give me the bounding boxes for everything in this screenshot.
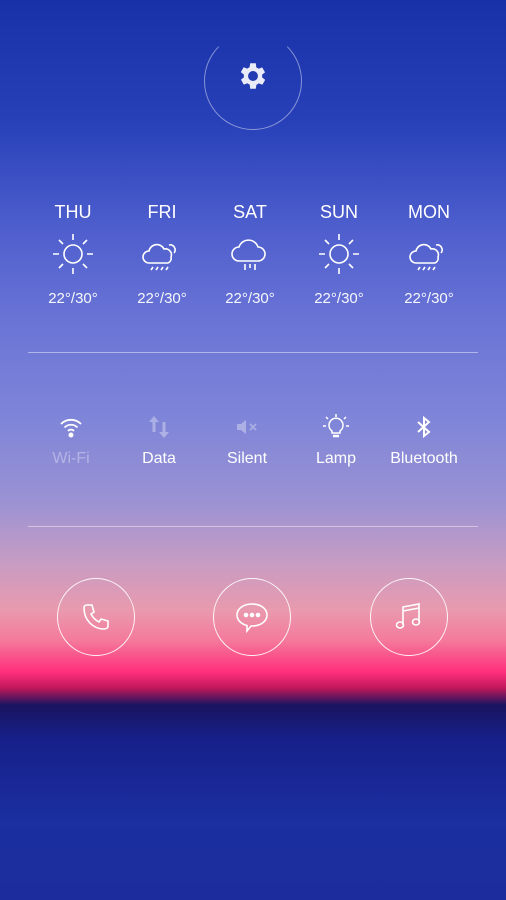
divider (28, 352, 478, 353)
cloud-rain-icon (231, 239, 266, 270)
bulb-icon (323, 414, 349, 438)
forecast-day: THU 22°/30° (28, 202, 118, 307)
music-button[interactable] (370, 578, 448, 656)
day-label: FRI (147, 202, 177, 222)
temp-range: 22°/30° (225, 290, 275, 307)
toggle-label: Bluetooth (390, 450, 458, 467)
temp-range: 22°/30° (404, 290, 454, 307)
toggle-label: Lamp (315, 450, 357, 467)
sun-icon (319, 234, 359, 274)
wifi-icon (60, 418, 82, 438)
forecast-day: SUN 22°/30° (294, 202, 384, 307)
message-icon (236, 603, 268, 634)
toggle-silent[interactable]: Silent (202, 410, 292, 468)
sun-icon (53, 234, 93, 274)
day-label: SAT (233, 202, 267, 222)
day-label: THU (54, 202, 92, 222)
forecast-day: MON 22°/30° (384, 202, 474, 307)
settings-button[interactable] (204, 32, 302, 130)
day-label: MON (408, 202, 450, 222)
toggle-data[interactable]: Data (114, 410, 204, 468)
day-label: SUN (319, 202, 358, 222)
toggle-label: Wi-Fi (52, 450, 90, 467)
temp-range: 22°/30° (137, 290, 187, 307)
music-icon (395, 603, 421, 629)
forecast-day: SAT 22°/30° (205, 202, 295, 307)
toggle-lamp[interactable]: Lamp (291, 410, 381, 468)
phone-button[interactable] (57, 578, 135, 656)
temp-range: 22°/30° (48, 290, 98, 307)
gear-icon (240, 63, 266, 89)
temp-range: 22°/30° (314, 290, 364, 307)
toggle-wifi[interactable]: Wi-Fi (26, 410, 116, 468)
toggle-bluetooth[interactable]: Bluetooth (379, 410, 469, 468)
cloud-sun-rain-icon (142, 243, 176, 271)
mute-icon (237, 420, 257, 434)
data-arrows-icon (149, 416, 169, 438)
phone-icon (83, 604, 109, 630)
divider (28, 526, 478, 527)
bluetooth-icon (417, 415, 431, 439)
toggle-label: Silent (226, 450, 268, 467)
message-button[interactable] (213, 578, 291, 656)
toggle-label: Data (142, 450, 176, 467)
forecast-day: FRI 22°/30° (117, 202, 207, 307)
cloud-sun-rain-icon (409, 243, 443, 271)
